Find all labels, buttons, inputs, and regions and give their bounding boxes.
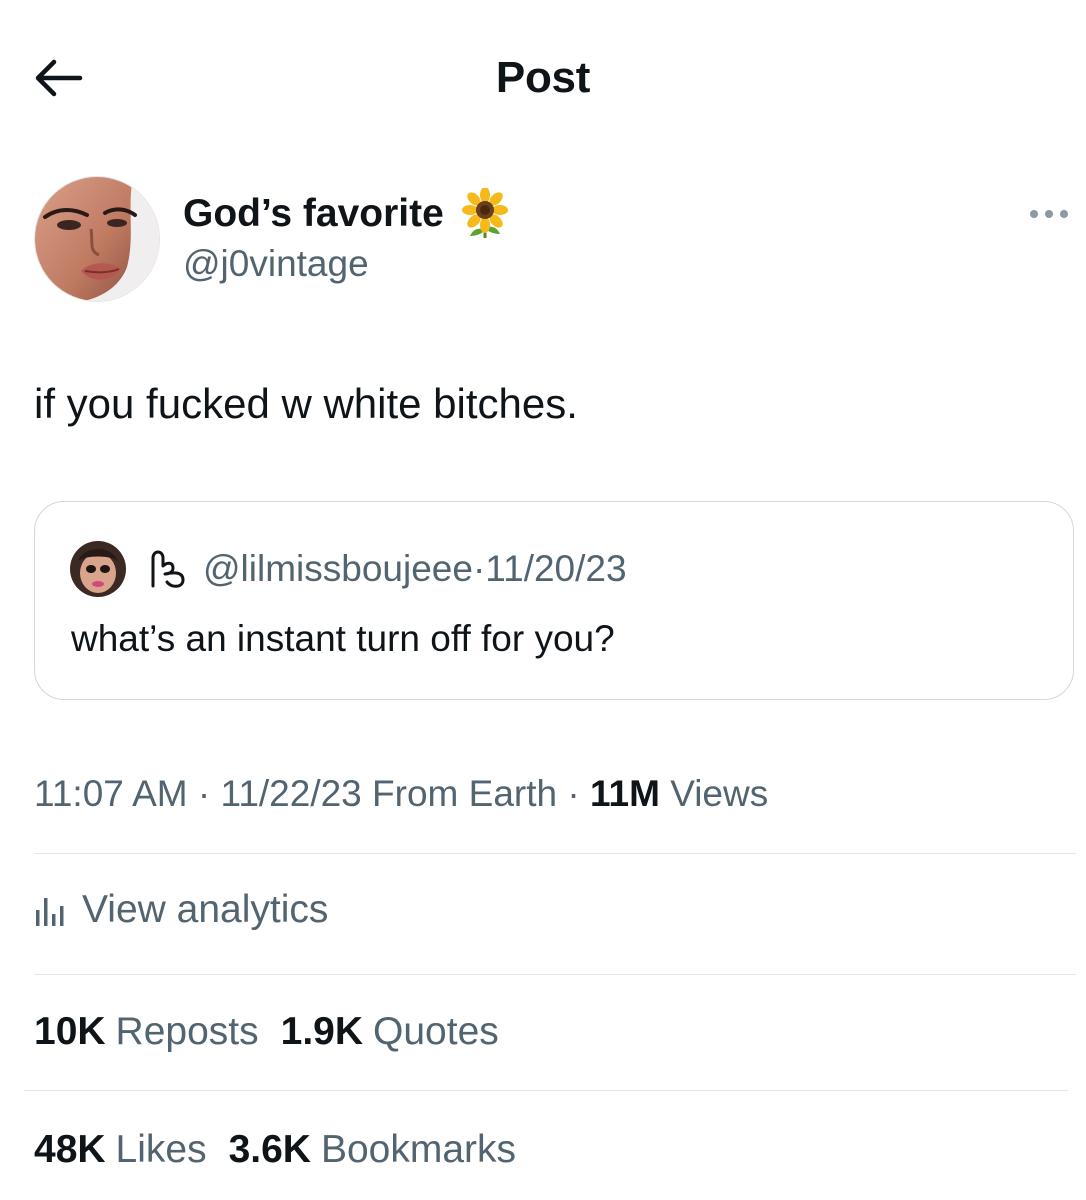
bar-chart-icon [36, 898, 64, 926]
bookmarks-label: Bookmarks [320, 1128, 517, 1171]
arrow-left-icon [35, 59, 83, 97]
tweet-location: From Earth [372, 773, 558, 814]
quoted-author-avatar [70, 541, 126, 597]
divider [24, 1090, 1068, 1091]
reposts-label: Reposts [115, 1010, 259, 1053]
tweet-time[interactable]: 11:07 AM [34, 773, 188, 814]
quoted-post-card[interactable]: @lilmissboujeee·11/20/23 what’s an insta… [34, 501, 1074, 700]
sunflower-emoji-icon [461, 187, 508, 240]
back-button[interactable] [26, 52, 90, 104]
author-handle[interactable]: @j0vintage [183, 240, 369, 288]
bookmarks-stat[interactable]: 3.6K Bookmarks [229, 1120, 516, 1180]
tweet-meta: 11:07 AM · 11/22/23 From Earth · 11M Vie… [34, 768, 768, 820]
avatar-image [35, 177, 159, 301]
quotes-label: Quotes [373, 1010, 499, 1053]
likes-stat[interactable]: 48K Likes [34, 1120, 207, 1180]
quotes-stat[interactable]: 1.9K Quotes [281, 1002, 499, 1062]
meta-separator: · [567, 773, 580, 814]
likes-count: 48K [34, 1128, 106, 1171]
likes-label: Likes [115, 1128, 207, 1171]
view-analytics-button[interactable]: View analytics [34, 880, 328, 940]
author-display-name: God’s favorite [183, 192, 444, 235]
bookmarks-count: 3.6K [228, 1128, 311, 1171]
meta-separator: · [472, 548, 486, 589]
author-avatar[interactable] [34, 176, 160, 302]
views-label: Views [670, 773, 769, 814]
stats-row-likes-bookmarks: 48K Likes 3.6K Bookmarks [34, 1120, 538, 1180]
tweet-text: if you fucked w white bitches. [34, 380, 578, 427]
more-horizontal-icon [1030, 210, 1068, 218]
quoted-author-handle[interactable]: @lilmissboujeee [203, 548, 473, 589]
reposts-stat[interactable]: 10K Reposts [34, 1002, 259, 1062]
divider [34, 853, 1076, 854]
more-button[interactable] [1024, 196, 1074, 232]
quoted-post-text: what’s an instant turn off for you? [71, 618, 615, 659]
view-analytics-label: View analytics [82, 888, 329, 931]
quoted-post-date: 11/20/23 [485, 548, 627, 589]
meta-separator: · [197, 773, 211, 814]
divider [34, 974, 1076, 975]
subscriber-badge-icon [145, 546, 189, 594]
reposts-count: 10K [34, 1010, 106, 1053]
quotes-count: 1.9K [280, 1010, 364, 1053]
views-count: 11M [589, 773, 660, 814]
stats-row-reposts-quotes: 10K Reposts 1.9K Quotes [34, 1002, 521, 1062]
tweet-date[interactable]: 11/22/23 [220, 773, 361, 814]
quoted-post-meta: @lilmissboujeee·11/20/23 [203, 542, 627, 596]
author-display-name-row[interactable]: God’s favorite [183, 187, 508, 240]
page-title: Post [495, 53, 591, 102]
